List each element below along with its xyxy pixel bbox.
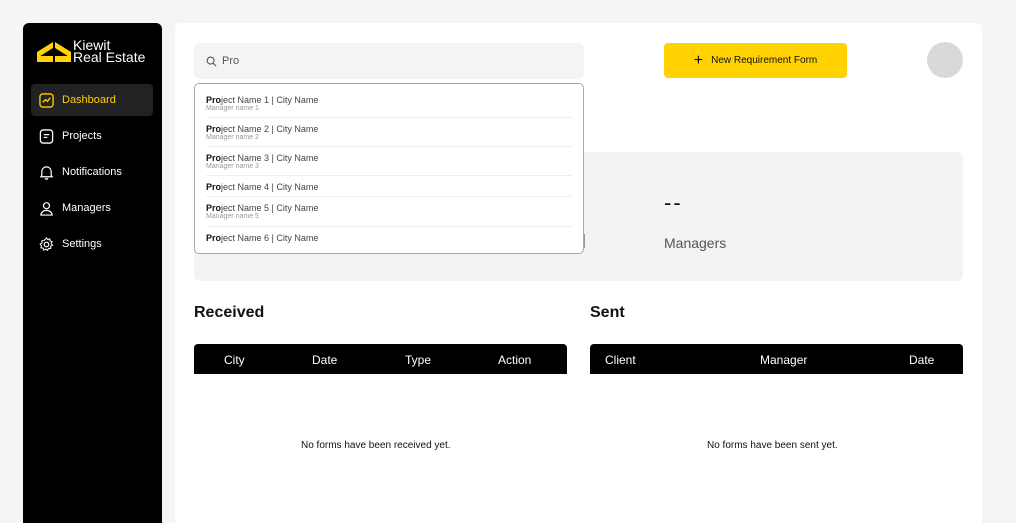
received-title: Received bbox=[194, 304, 265, 321]
brand-logo[interactable]: Kiewit Real Estate bbox=[37, 38, 146, 65]
brand-line2: Real Estate bbox=[73, 49, 146, 65]
managers-count: -- bbox=[664, 190, 683, 215]
new-requirement-form-label: New Requirement Form bbox=[711, 55, 818, 66]
managers-label: Managers bbox=[664, 235, 727, 251]
suggestion-item[interactable]: Project Name 3 | City Name Manager name … bbox=[206, 147, 572, 176]
sent-title: Sent bbox=[590, 304, 625, 321]
new-requirement-form-button[interactable]: + New Requirement Form bbox=[664, 43, 847, 78]
search-bar[interactable] bbox=[194, 43, 584, 79]
column-header-action[interactable]: Action bbox=[498, 353, 531, 367]
suggestion-title: Project Name 5 | City Name bbox=[206, 203, 319, 213]
sidebar-item-managers[interactable]: Managers bbox=[31, 192, 153, 224]
sidebar-nav: Dashboard Projects Notifications Manager… bbox=[31, 84, 153, 264]
sidebar-item-label: Notifications bbox=[62, 166, 122, 178]
sidebar-item-dashboard[interactable]: Dashboard bbox=[31, 84, 153, 116]
suggestion-manager: Manager name 3 bbox=[206, 163, 259, 170]
suggestion-item[interactable]: Project Name 2 | City Name Manager name … bbox=[206, 118, 572, 147]
gear-icon bbox=[39, 236, 54, 251]
suggestion-title: Project Name 3 | City Name bbox=[206, 153, 319, 163]
user-icon bbox=[40, 201, 53, 216]
search-input[interactable] bbox=[222, 55, 562, 67]
column-header-type[interactable]: Type bbox=[405, 353, 431, 367]
bell-icon bbox=[39, 165, 54, 180]
search-icon bbox=[206, 56, 217, 66]
sidebar-item-notifications[interactable]: Notifications bbox=[31, 156, 153, 188]
sent-table-header: Client Manager Date bbox=[590, 344, 963, 374]
sidebar-item-label: Projects bbox=[62, 130, 102, 142]
document-icon bbox=[39, 128, 54, 144]
sidebar: Kiewit Real Estate Dashboard Projects No… bbox=[23, 23, 162, 523]
sent-empty-state: No forms have been sent yet. bbox=[707, 440, 838, 451]
column-header-city[interactable]: City bbox=[224, 353, 245, 367]
column-header-date[interactable]: Date bbox=[909, 353, 934, 367]
sidebar-item-settings[interactable]: Settings bbox=[31, 228, 153, 260]
chart-icon bbox=[39, 92, 54, 108]
suggestion-item[interactable]: Project Name 5 | City Name Manager name … bbox=[206, 197, 572, 227]
sidebar-item-label: Dashboard bbox=[62, 94, 116, 106]
sidebar-item-projects[interactable]: Projects bbox=[31, 120, 153, 152]
column-header-manager[interactable]: Manager bbox=[760, 353, 807, 367]
sidebar-item-label: Settings bbox=[62, 238, 102, 250]
suggestion-manager: Manager name 1 bbox=[206, 105, 259, 112]
suggestion-manager: Manager name 5 bbox=[206, 213, 259, 220]
suggestion-item[interactable]: Project Name 1 | City Name Manager name … bbox=[206, 84, 572, 118]
sidebar-item-label: Managers bbox=[62, 202, 111, 214]
received-table-header: City Date Type Action bbox=[194, 344, 567, 374]
suggestion-title: Project Name 1 | City Name bbox=[206, 95, 319, 105]
plus-icon: + bbox=[693, 51, 704, 69]
suggestion-title: Project Name 4 | City Name bbox=[206, 182, 319, 192]
suggestion-item[interactable]: Project Name 4 | City Name bbox=[206, 176, 572, 197]
main-panel: + New Requirement Form -- Managers Proje… bbox=[175, 23, 982, 523]
brand-name: Kiewit Real Estate bbox=[73, 38, 146, 65]
roof-logo-icon bbox=[37, 42, 71, 62]
suggestion-manager: Manager name 2 bbox=[206, 134, 259, 141]
column-header-date[interactable]: Date bbox=[312, 353, 337, 367]
column-header-client[interactable]: Client bbox=[605, 353, 636, 367]
received-empty-state: No forms have been received yet. bbox=[301, 440, 451, 451]
search-suggestions: Project Name 1 | City Name Manager name … bbox=[194, 83, 584, 254]
suggestion-item[interactable]: Project Name 6 | City Name bbox=[206, 227, 572, 251]
suggestion-title: Project Name 2 | City Name bbox=[206, 124, 319, 134]
suggestion-title: Project Name 6 | City Name bbox=[206, 233, 319, 243]
avatar[interactable] bbox=[927, 42, 963, 78]
